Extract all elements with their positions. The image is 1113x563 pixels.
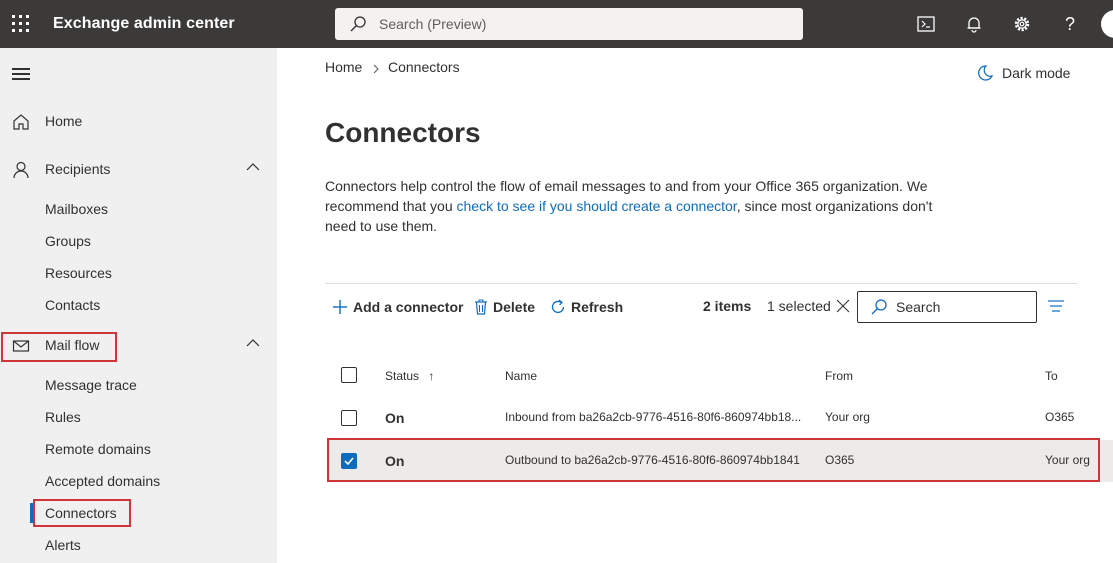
refresh-icon bbox=[551, 299, 565, 314]
column-header-name[interactable]: Name bbox=[505, 369, 537, 383]
column-header-status-label: Status bbox=[385, 369, 420, 383]
nav-item-remote-domains[interactable]: Remote domains bbox=[45, 441, 151, 457]
filter-icon[interactable] bbox=[1048, 300, 1064, 312]
selected-count: 1 selected bbox=[767, 298, 831, 314]
home-icon bbox=[13, 114, 29, 130]
app-title[interactable]: Exchange admin center bbox=[53, 15, 235, 33]
nav-item-home[interactable]: Home bbox=[0, 105, 277, 137]
nav-item-accepted-domains[interactable]: Accepted domains bbox=[45, 473, 160, 489]
select-all-checkbox[interactable] bbox=[341, 367, 357, 383]
chevron-up-icon bbox=[246, 339, 260, 347]
delete-label: Delete bbox=[493, 299, 536, 315]
dark-mode-toggle[interactable]: Dark mode bbox=[976, 64, 1070, 82]
items-count: 2 items bbox=[703, 298, 752, 314]
person-icon bbox=[13, 161, 29, 179]
avatar[interactable] bbox=[1101, 10, 1113, 38]
connectors-highlight-box bbox=[33, 499, 131, 527]
nav-item-home-label: Home bbox=[45, 113, 83, 129]
nav-item-rules[interactable]: Rules bbox=[45, 409, 81, 425]
chevron-up-icon bbox=[246, 163, 260, 171]
global-search-placeholder: Search (Preview) bbox=[379, 16, 487, 32]
nav-item-alerts[interactable]: Alerts bbox=[45, 537, 81, 553]
row-to: O365 bbox=[1045, 410, 1075, 424]
divider bbox=[325, 283, 1077, 284]
breadcrumb-home[interactable]: Home bbox=[325, 59, 362, 75]
clear-selection-icon[interactable] bbox=[835, 298, 851, 314]
app-launcher-icon[interactable] bbox=[10, 13, 32, 35]
create-connector-help-link[interactable]: check to see if you should create a conn… bbox=[457, 198, 737, 214]
column-header-from[interactable]: From bbox=[825, 369, 853, 383]
search-icon bbox=[350, 16, 366, 32]
sort-ascending-icon: ↑ bbox=[428, 369, 435, 383]
top-bar: Exchange admin center Search (Preview) ? bbox=[0, 0, 1113, 48]
moon-icon bbox=[978, 65, 994, 81]
nav-item-contacts[interactable]: Contacts bbox=[45, 297, 100, 313]
dark-mode-label: Dark mode bbox=[1002, 65, 1071, 81]
add-connector-label: Add a connector bbox=[353, 299, 464, 315]
collapse-menu-icon[interactable] bbox=[12, 68, 30, 80]
add-connector-button[interactable]: Add a connector bbox=[332, 297, 463, 317]
column-header-status[interactable]: Status ↑ bbox=[385, 369, 434, 383]
nav-item-message-trace[interactable]: Message trace bbox=[45, 377, 137, 393]
page-title: Connectors bbox=[325, 117, 481, 148]
nav-item-mailboxes[interactable]: Mailboxes bbox=[45, 201, 108, 217]
row-checkbox[interactable] bbox=[341, 410, 357, 426]
search-icon bbox=[871, 299, 887, 315]
nav-item-recipients-label: Recipients bbox=[45, 161, 111, 177]
refresh-button[interactable]: Refresh bbox=[550, 297, 623, 317]
list-search-placeholder: Search bbox=[896, 299, 941, 315]
mail-flow-highlight-box bbox=[1, 332, 117, 362]
list-search-input[interactable]: Search bbox=[857, 291, 1037, 323]
settings-gear-icon[interactable] bbox=[1012, 14, 1032, 34]
global-search-input[interactable]: Search (Preview) bbox=[335, 8, 803, 40]
row-from: Your org bbox=[825, 410, 870, 424]
selected-row-highlight-box bbox=[327, 438, 1100, 482]
notifications-bell-icon[interactable] bbox=[964, 14, 984, 34]
chevron-right-icon bbox=[373, 64, 379, 74]
nav-item-groups[interactable]: Groups bbox=[45, 233, 91, 249]
nav-item-resources[interactable]: Resources bbox=[45, 265, 112, 281]
row-name[interactable]: Inbound from ba26a2cb-9776-4516-80f6-860… bbox=[505, 410, 801, 424]
refresh-label: Refresh bbox=[571, 299, 624, 315]
help-icon[interactable]: ? bbox=[1060, 14, 1080, 34]
column-header-to[interactable]: To bbox=[1045, 369, 1058, 383]
delete-button[interactable]: Delete bbox=[474, 297, 535, 317]
trash-icon bbox=[475, 299, 487, 315]
page-description: Connectors help control the flow of emai… bbox=[325, 176, 950, 236]
row-status: On bbox=[385, 410, 405, 426]
breadcrumb-current: Connectors bbox=[388, 59, 460, 75]
cloud-shell-icon[interactable] bbox=[916, 14, 936, 34]
plus-icon bbox=[333, 300, 347, 314]
nav-item-recipients[interactable]: Recipients bbox=[0, 153, 277, 185]
